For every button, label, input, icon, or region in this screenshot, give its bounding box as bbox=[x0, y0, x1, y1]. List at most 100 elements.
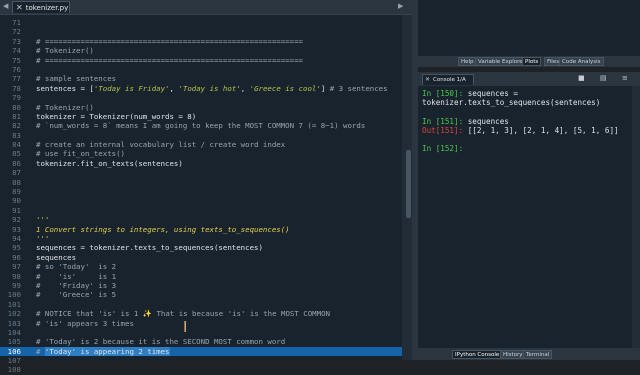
code-area[interactable]: 71 72 73 # ================================… bbox=[0, 18, 402, 375]
code-line[interactable]: 72 bbox=[0, 27, 402, 36]
code-line[interactable]: 80 # Tokenizer() bbox=[0, 103, 402, 112]
editor-tab-label: tokenizer.py bbox=[25, 3, 69, 12]
code-text: ''' bbox=[36, 215, 50, 225]
tab-variable-explorer[interactable]: Variable Explorer bbox=[475, 57, 528, 66]
line-number: 79 bbox=[12, 93, 21, 103]
editor-tab-tokenizer[interactable]: ✕ tokenizer.py bbox=[12, 1, 70, 13]
line-number: 108 bbox=[7, 365, 21, 375]
line-number: 72 bbox=[12, 27, 21, 37]
code-line[interactable]: 88 bbox=[0, 178, 402, 187]
line-number: 97 bbox=[12, 262, 21, 272]
code-token: sentences = [ bbox=[36, 83, 94, 93]
code-line[interactable]: 90 bbox=[0, 196, 402, 205]
code-line[interactable]: 91 bbox=[0, 206, 402, 215]
code-text: # use fit_on_texts() bbox=[36, 149, 125, 159]
stop-icon[interactable]: ■ bbox=[578, 74, 585, 82]
tab-plots[interactable]: Plots bbox=[522, 57, 542, 66]
code-token: ] bbox=[320, 83, 330, 93]
code-line[interactable]: 79 bbox=[0, 93, 402, 102]
code-line[interactable]: 82 # `num_words = 8` means I am going to … bbox=[0, 121, 402, 130]
code-token: 'Greece is cool' bbox=[249, 83, 321, 93]
code-line[interactable]: 108 bbox=[0, 365, 402, 374]
editor-scrollbar-thumb[interactable] bbox=[406, 150, 411, 218]
clear-icon[interactable]: ▤ bbox=[600, 74, 607, 82]
code-text: # 'is' appears 3 times bbox=[36, 318, 134, 328]
line-number: 86 bbox=[12, 158, 21, 168]
code-line[interactable]: 89 bbox=[0, 187, 402, 196]
line-number: 83 bbox=[12, 130, 21, 140]
line-number: 81 bbox=[12, 111, 21, 121]
code-line[interactable]: 81 tokenizer = Tokenizer(num_words = 8) bbox=[0, 112, 402, 121]
line-number: 99 bbox=[12, 280, 21, 290]
code-line[interactable]: 98 # 'is' is 1 bbox=[0, 272, 402, 281]
tab-terminal[interactable]: Terminal bbox=[523, 350, 553, 359]
code-line[interactable]: 105 # 'Today' is 2 because it is the SECO… bbox=[0, 337, 402, 346]
line-number: 106 bbox=[7, 346, 21, 356]
console-output[interactable]: In [150]: sequences = tokenizer.texts_to_… bbox=[418, 86, 632, 348]
code-line[interactable]: 76 bbox=[0, 65, 402, 74]
tab-scroll-right-icon[interactable]: ▶ bbox=[398, 2, 403, 10]
code-line[interactable]: 104 bbox=[0, 328, 402, 337]
code-line[interactable]: 78 sentences = ['Today is Friday', 'Today… bbox=[0, 84, 402, 93]
console-scrollbar[interactable] bbox=[632, 86, 640, 348]
line-number: 90 bbox=[12, 196, 21, 206]
code-line[interactable]: 74 # Tokenizer() bbox=[0, 46, 402, 55]
console-line: tokenizer.texts_to_sequences(sentences) bbox=[418, 98, 632, 107]
code-line[interactable]: 94 ''' bbox=[0, 234, 402, 243]
line-number: 76 bbox=[12, 64, 21, 74]
code-line[interactable]: 99 # 'Friday' is 3 bbox=[0, 281, 402, 290]
code-line[interactable]: 73 # ====================================… bbox=[0, 37, 402, 46]
code-line[interactable]: 71 bbox=[0, 18, 402, 27]
line-number: 78 bbox=[12, 83, 21, 93]
in-prompt: In [152]: bbox=[422, 144, 468, 154]
line-number: 82 bbox=[12, 121, 21, 131]
code-line[interactable]: 103 # 'is' appears 3 times bbox=[0, 319, 402, 328]
console-text: tokenizer.texts_to_sequences(sentences) bbox=[422, 98, 601, 108]
line-number: 101 bbox=[7, 299, 21, 309]
tab-scroll-left-icon[interactable]: ◀ bbox=[3, 2, 8, 10]
code-text: tokenizer = Tokenizer(num_words = 8) bbox=[36, 111, 197, 121]
console-tab[interactable]: ✕ Console 1/A bbox=[422, 74, 474, 85]
close-icon[interactable]: ✕ bbox=[16, 3, 23, 12]
code-line[interactable]: 93 1 Convert strings to integers, using t… bbox=[0, 225, 402, 234]
code-line[interactable]: 83 bbox=[0, 131, 402, 140]
tab-code-analysis[interactable]: Code Analysis bbox=[559, 57, 604, 66]
code-text: # 'is' is 1 bbox=[36, 271, 117, 281]
code-line[interactable]: 100 # 'Greece' is 5 bbox=[0, 290, 402, 299]
code-line[interactable]: 101 bbox=[0, 300, 402, 309]
code-line[interactable]: 75 # ====================================… bbox=[0, 56, 402, 65]
code-line[interactable]: 95 sequences = tokenizer.texts_to_sequenc… bbox=[0, 243, 402, 252]
line-number: 96 bbox=[12, 252, 21, 262]
code-text: # Tokenizer() bbox=[36, 46, 94, 56]
code-line[interactable]: 85 # use fit_on_texts() bbox=[0, 149, 402, 158]
code-line[interactable]: 102 # NOTICE that 'is' is 1 ✨ That is bec… bbox=[0, 309, 402, 318]
code-text: # ======================================… bbox=[36, 55, 303, 65]
code-line[interactable]: 106 # 'Today' is appearing 2 times bbox=[0, 346, 402, 357]
line-number: 73 bbox=[12, 36, 21, 46]
line-number: 103 bbox=[7, 318, 21, 328]
close-icon[interactable]: ✕ bbox=[425, 77, 430, 83]
code-text: # ======================================… bbox=[36, 36, 303, 46]
code-line[interactable]: 77 # sample sentences bbox=[0, 74, 402, 83]
tab-help[interactable]: Help bbox=[458, 57, 477, 66]
options-icon[interactable]: ≡ bbox=[622, 74, 628, 82]
tab-history[interactable]: History bbox=[500, 350, 526, 359]
code-text: sequences bbox=[36, 252, 77, 262]
line-number: 87 bbox=[12, 168, 21, 178]
code-text: # 'Greece' is 5 bbox=[36, 290, 117, 300]
code-text: 1 Convert strings to integers, using tex… bbox=[36, 224, 290, 234]
code-line[interactable]: 92 ''' bbox=[0, 215, 402, 224]
console-line: In [151]: sequences bbox=[418, 117, 632, 126]
line-number: 92 bbox=[12, 215, 21, 225]
line-number: 77 bbox=[12, 74, 21, 84]
code-line[interactable]: 84 # create an internal vocabulary list /… bbox=[0, 140, 402, 149]
editor-tabbar: ◀ ✕ tokenizer.py ▶ bbox=[0, 0, 412, 15]
code-line[interactable]: 96 sequences bbox=[0, 253, 402, 262]
code-line[interactable]: 97 # so 'Today' is 2 bbox=[0, 262, 402, 271]
in-prompt: In [150]: bbox=[422, 89, 468, 98]
code-line[interactable]: 87 bbox=[0, 168, 402, 177]
tab-ipython-console[interactable]: IPython Console bbox=[452, 350, 503, 359]
code-line[interactable]: 107 bbox=[0, 356, 402, 365]
code-line[interactable]: 86 tokenizer.fit_on_texts(sentences) bbox=[0, 159, 402, 168]
